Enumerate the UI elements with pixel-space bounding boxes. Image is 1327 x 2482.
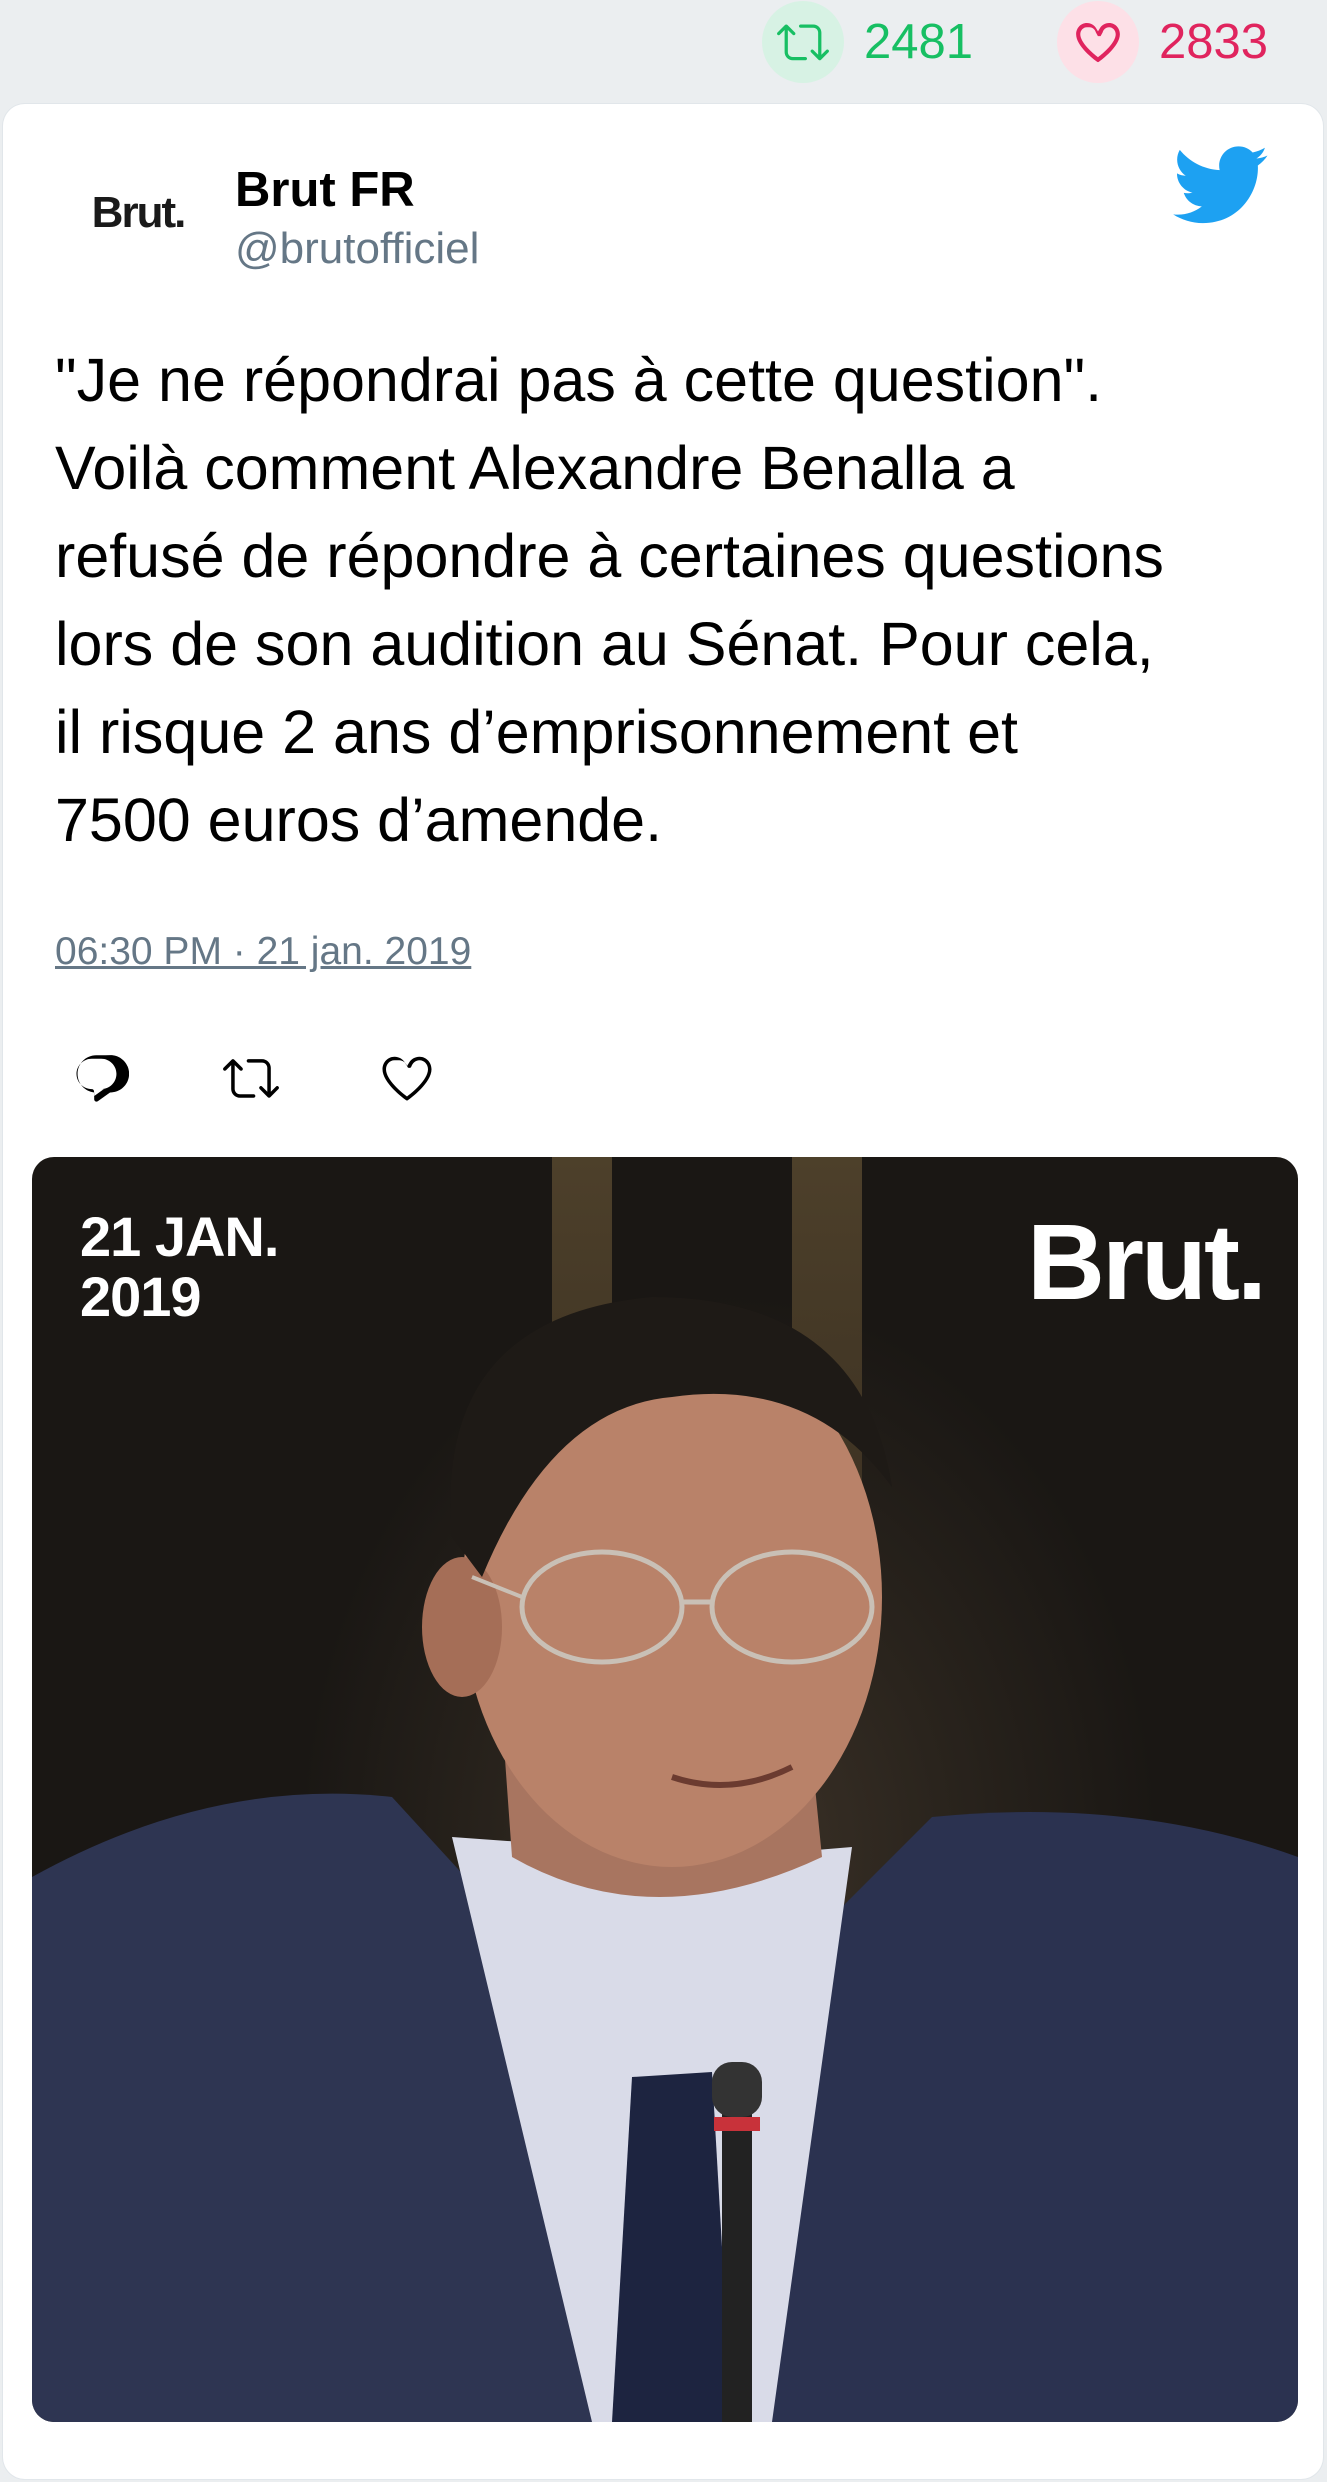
tweet-line: 7500 euros d’amende. — [55, 786, 663, 854]
reply-icon[interactable] — [73, 1050, 130, 1106]
tweet-line: "Je ne répondrai pas à cette question". — [55, 346, 1103, 414]
author-handle[interactable]: @brutofficiel — [235, 224, 479, 274]
retweet-action-icon[interactable] — [223, 1050, 279, 1106]
retweet-stat[interactable]: 2481 — [762, 1, 974, 83]
media-date-line: 21 JAN. — [80, 1205, 279, 1268]
heart-icon[interactable] — [1057, 1, 1139, 83]
twitter-bird-icon[interactable] — [1173, 146, 1269, 226]
tweet-line: lors de son audition au Sénat. Pour cela… — [55, 610, 1154, 678]
tweet-line: il risque 2 ans d’emprisonnement et — [55, 698, 1018, 766]
like-action-icon[interactable] — [379, 1050, 435, 1106]
retweet-icon[interactable] — [762, 1, 844, 83]
avatar[interactable]: Brut. — [43, 148, 233, 278]
author-name[interactable]: Brut FR — [235, 162, 415, 218]
speaker-portrait — [32, 1297, 1298, 2422]
tweet-line: Voilà comment Alexandre Benalla a — [55, 434, 1015, 502]
tweet-line: refusé de répondre à certaines questions — [55, 522, 1164, 590]
tweet-timestamp[interactable]: 06:30 PM · 21 jan. 2019 — [55, 930, 471, 974]
brut-logo: Brut. — [1027, 1201, 1267, 1322]
like-count: 2833 — [1159, 15, 1269, 69]
media-date-overlay: 21 JAN. 2019 — [80, 1205, 279, 1328]
tweet-card: Brut. Brut FR @brutofficiel "Je ne répon… — [3, 104, 1323, 2479]
retweet-count: 2481 — [864, 15, 974, 69]
tweet-media-image[interactable]: 21 JAN. 2019 Brut. — [32, 1157, 1298, 2422]
media-date-line: 2019 — [80, 1265, 202, 1328]
like-stat[interactable]: 2833 — [1057, 1, 1269, 83]
top-stats-bar: 2481 2833 — [0, 0, 1327, 100]
tweet-text: "Je ne répondrai pas à cette question". … — [55, 336, 1295, 864]
